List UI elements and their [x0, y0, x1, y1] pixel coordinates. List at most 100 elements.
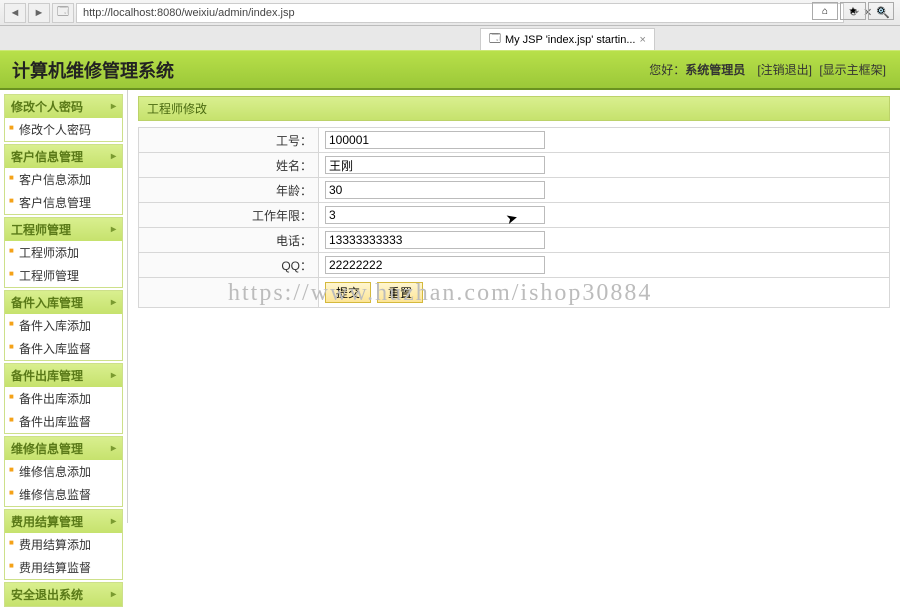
form-input[interactable] — [325, 131, 545, 149]
sidebar-item[interactable]: 修改个人密码 — [5, 118, 122, 141]
sidebar-item[interactable]: 客户信息添加 — [5, 168, 122, 191]
app-header: 计算机维修管理系统 您好：系统管理员 [注销退出] [显示主框架] — [0, 50, 900, 90]
browser-tab[interactable]: 🗔 My JSP 'index.jsp' startin... × — [480, 28, 655, 50]
sidebar-category-header[interactable]: 客户信息管理 ▸ — [5, 145, 122, 168]
sidebar-category-header[interactable]: 备件入库管理 ▸ — [5, 291, 122, 314]
sidebar-category-title: 修改个人密码 — [11, 98, 83, 115]
sidebar-category-body: 备件出库添加备件出库监督 — [5, 387, 122, 433]
sidebar-item[interactable]: 维修信息监督 — [5, 483, 122, 506]
welcome-prefix: 您好： — [649, 63, 685, 77]
page-icon: 🗔 — [52, 3, 74, 23]
sidebar-category-body: 费用结算添加费用结算监督 — [5, 533, 122, 579]
form-input[interactable] — [325, 231, 545, 249]
form-cell — [319, 253, 890, 278]
sidebar-category-title: 维修信息管理 — [11, 440, 83, 457]
chevron-icon: ▸ — [111, 443, 116, 454]
sidebar-item[interactable]: 备件出库监督 — [5, 410, 122, 433]
form-row: 年龄： — [139, 178, 890, 203]
sidebar-item[interactable]: 维修信息添加 — [5, 460, 122, 483]
sidebar-item[interactable]: 费用结算监督 — [5, 556, 122, 579]
form-row: 工号： — [139, 128, 890, 153]
sidebar-category: 维修信息管理 ▸ 维修信息添加维修信息监督 — [4, 436, 123, 507]
sidebar-item[interactable]: 费用结算添加 — [5, 533, 122, 556]
form-input[interactable] — [325, 206, 545, 224]
sidebar-item[interactable]: 备件入库添加 — [5, 314, 122, 337]
reset-button[interactable]: 重置 — [377, 282, 423, 303]
sidebar-category-body: 客户信息添加客户信息管理 — [5, 168, 122, 214]
sidebar-category-header[interactable]: 安全退出系统▸ — [5, 583, 122, 606]
tab-strip: 🗔 My JSP 'index.jsp' startin... × — [0, 26, 900, 50]
engineer-form: 工号：姓名：年龄：工作年限：电话：QQ：提交重置 — [138, 127, 890, 308]
form-input[interactable] — [325, 256, 545, 274]
browser-toolbar: ◄ ► 🗔 http://localhost:8080/weixiu/admin… — [0, 0, 900, 26]
sidebar-category: 费用结算管理 ▸ 费用结算添加费用结算监督 — [4, 509, 123, 580]
chevron-icon: ▸ — [111, 516, 116, 527]
sidebar-category-header[interactable]: 维修信息管理 ▸ — [5, 437, 122, 460]
address-bar[interactable]: http://localhost:8080/weixiu/admin/index… — [76, 3, 844, 23]
sidebar-category-header[interactable]: 工程师管理 ▸ — [5, 218, 122, 241]
tab-close-icon[interactable]: × — [639, 34, 645, 46]
logout-link[interactable]: [注销退出] — [757, 63, 812, 77]
form-label: 姓名： — [139, 153, 319, 178]
show-frame-link[interactable]: [显示主框架] — [819, 63, 886, 77]
sidebar-category-header[interactable]: 备件出库管理 ▸ — [5, 364, 122, 387]
chevron-icon: ▸ — [111, 151, 116, 162]
sidebar-category-title: 工程师管理 — [11, 221, 71, 238]
forward-button[interactable]: ► — [28, 3, 50, 23]
chevron-icon: ▸ — [111, 297, 116, 308]
form-row: 工作年限： — [139, 203, 890, 228]
system-title: 计算机维修管理系统 — [12, 57, 174, 83]
form-cell — [319, 153, 890, 178]
sidebar-category-title: 备件出库管理 — [11, 367, 83, 384]
form-cell — [319, 228, 890, 253]
sidebar-item[interactable]: 工程师添加 — [5, 241, 122, 264]
form-cell — [319, 203, 890, 228]
sidebar-category: 备件入库管理 ▸ 备件入库添加备件入库监督 — [4, 290, 123, 361]
sidebar-item[interactable]: 备件入库监督 — [5, 337, 122, 360]
form-cell — [319, 128, 890, 153]
chevron-icon: ▸ — [111, 224, 116, 235]
gear-icon[interactable]: ⚙ — [868, 2, 894, 20]
sidebar-category-header[interactable]: 费用结算管理 ▸ — [5, 510, 122, 533]
sidebar-category: 工程师管理▸工程师添加工程师管理 — [4, 217, 123, 288]
form-button-row: 提交重置 — [139, 278, 890, 308]
form-label: 年龄： — [139, 178, 319, 203]
sidebar-category-header[interactable]: 修改个人密码▸ — [5, 95, 122, 118]
form-row: 电话： — [139, 228, 890, 253]
tab-favicon: 🗔 — [489, 30, 501, 49]
form-buttons-cell: 提交重置 — [319, 278, 890, 308]
sidebar-item[interactable]: 客户信息管理 — [5, 191, 122, 214]
home-icon[interactable]: ⌂ — [812, 2, 838, 20]
sidebar-item[interactable]: 工程师管理 — [5, 264, 122, 287]
header-user-area: 您好：系统管理员 [注销退出] [显示主框架] — [649, 61, 888, 78]
sidebar-category: 备件出库管理 ▸ 备件出库添加备件出库监督 — [4, 363, 123, 434]
sidebar-category: 修改个人密码▸修改个人密码 — [4, 94, 123, 142]
form-label: QQ： — [139, 253, 319, 278]
sidebar-category-title: 客户信息管理 — [11, 148, 83, 165]
sidebar-category-body: 修改个人密码 — [5, 118, 122, 141]
sidebar-category-title: 费用结算管理 — [11, 513, 83, 530]
back-button[interactable]: ◄ — [4, 3, 26, 23]
chevron-icon: ▸ — [111, 589, 116, 600]
form-label: 工作年限： — [139, 203, 319, 228]
form-input[interactable] — [325, 156, 545, 174]
sidebar-category: 安全退出系统▸ — [4, 582, 123, 607]
sidebar-category-title: 备件入库管理 — [11, 294, 83, 311]
sidebar-category-body: 工程师添加工程师管理 — [5, 241, 122, 287]
form-label-empty — [139, 278, 319, 308]
form-input[interactable] — [325, 181, 545, 199]
form-row: 姓名： — [139, 153, 890, 178]
form-label: 电话： — [139, 228, 319, 253]
submit-button[interactable]: 提交 — [325, 282, 371, 303]
sidebar-category-body: 维修信息添加维修信息监督 — [5, 460, 122, 506]
sidebar-nav: 修改个人密码▸修改个人密码客户信息管理▸客户信息添加客户信息管理工程师管理▸工程… — [0, 90, 128, 523]
url-text: http://localhost:8080/weixiu/admin/index… — [83, 7, 295, 19]
sidebar-item[interactable]: 备件出库添加 — [5, 387, 122, 410]
window-controls: ⌂ ★ ⚙ — [812, 2, 894, 20]
sidebar-category: 客户信息管理▸客户信息添加客户信息管理 — [4, 144, 123, 215]
star-icon[interactable]: ★ — [840, 2, 866, 20]
sidebar-category-body: 备件入库添加备件入库监督 — [5, 314, 122, 360]
form-cell — [319, 178, 890, 203]
tab-title: My JSP 'index.jsp' startin... — [505, 34, 636, 46]
chevron-icon: ▸ — [111, 370, 116, 381]
